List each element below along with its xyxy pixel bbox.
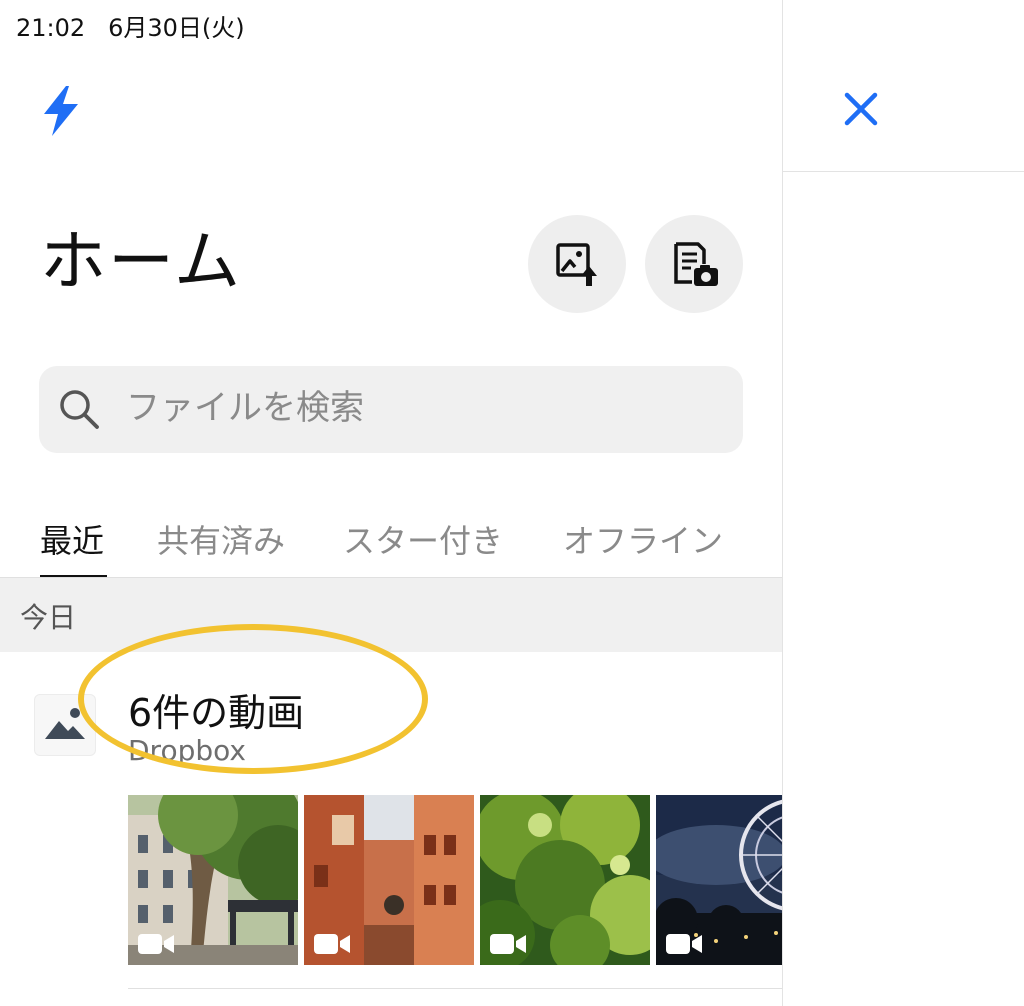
list-divider	[128, 988, 782, 989]
video-thumbnail[interactable]	[480, 795, 650, 965]
tab-offline[interactable]: オフライン	[563, 516, 723, 562]
status-time: 21:02	[16, 14, 86, 42]
section-label: 今日	[20, 601, 77, 634]
page-title: ホーム	[40, 223, 243, 300]
video-camera-icon	[138, 934, 174, 954]
section-header-today	[0, 578, 782, 652]
video-camera-icon	[666, 934, 702, 954]
tab-shared[interactable]: 共有済み	[157, 516, 285, 562]
lightning-bolt-icon[interactable]	[38, 84, 84, 138]
file-title[interactable]: 6件の動画	[128, 682, 304, 737]
search-icon	[60, 390, 99, 429]
document-scan-icon	[674, 242, 718, 286]
video-thumbnail[interactable]	[656, 795, 782, 965]
active-tab-indicator	[40, 575, 107, 577]
video-thumbnail[interactable]	[128, 795, 298, 965]
close-icon[interactable]	[840, 88, 882, 130]
tab-recent[interactable]: 最近	[40, 516, 104, 562]
video-camera-icon	[490, 934, 526, 954]
video-camera-icon	[314, 934, 350, 954]
status-bar: 21:02 6月30日(火)	[16, 8, 245, 43]
right-pane-header-divider	[783, 171, 1024, 172]
tab-starred[interactable]: スター付き	[343, 516, 503, 562]
image-icon	[34, 694, 96, 756]
status-date: 6月30日(火)	[108, 14, 245, 42]
image-upload-icon	[556, 243, 597, 286]
search-input[interactable]	[126, 376, 726, 440]
video-thumbnail[interactable]	[304, 795, 474, 965]
file-location: Dropbox	[128, 734, 246, 767]
video-thumbnail-strip	[128, 795, 782, 965]
pane-divider	[782, 0, 783, 1006]
scan-document-button[interactable]	[645, 215, 743, 313]
left-pane: 21:02 6月30日(火) ホーム 最近 共有済み スター付き	[0, 0, 782, 1006]
upload-photo-button[interactable]	[528, 215, 626, 313]
